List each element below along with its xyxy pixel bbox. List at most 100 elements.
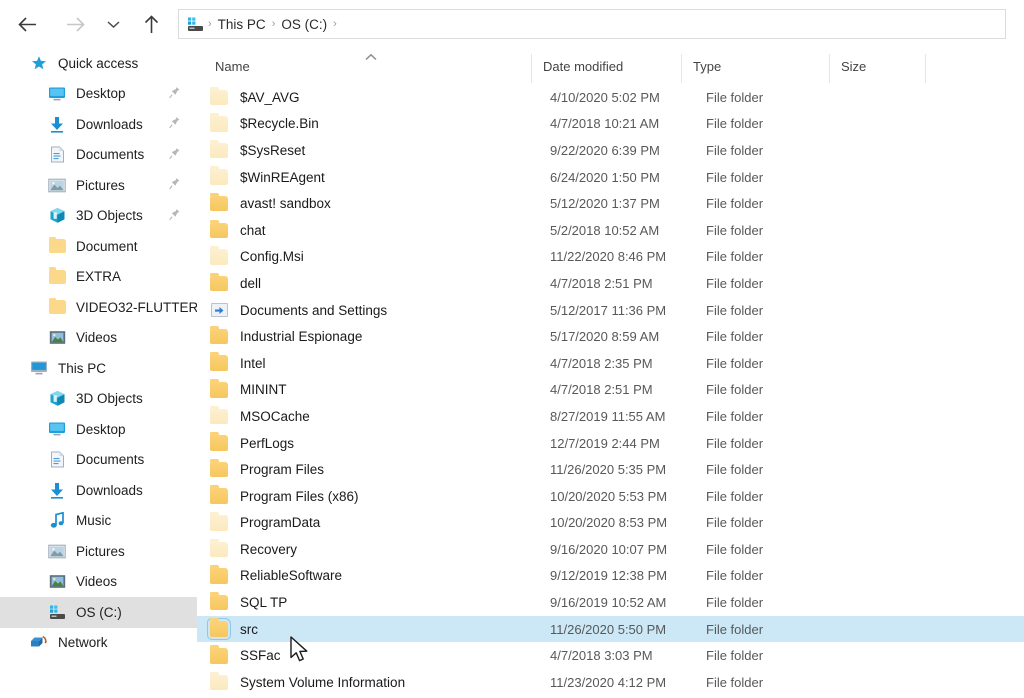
date-modified-cell: 5/12/2017 11:36 PM [550,302,667,318]
pin-icon[interactable] [169,208,180,223]
up-button[interactable] [134,7,168,41]
table-row[interactable]: PerfLogs 12/7/2019 2:44 PM File folder [197,430,1024,457]
pictures-icon [47,541,67,561]
type-cell: File folder [706,674,764,690]
column-header-type[interactable]: Type [682,48,830,84]
file-name-cell: SSFac [240,648,281,664]
sidebar-item-this-pc-3d-objects[interactable]: 3D Objects [0,384,197,415]
table-row[interactable]: avast! sandbox 5/12/2020 1:37 PM File fold… [197,190,1024,217]
sidebar-item-desktop[interactable]: Desktop [0,79,197,110]
date-modified-cell: 11/26/2020 5:50 PM [550,621,667,637]
table-row[interactable]: System Volume Information 11/23/2020 4:12… [197,669,1024,696]
type-cell: File folder [706,568,764,584]
file-name-cell: MSOCache [240,408,310,424]
folder-icon [210,485,228,505]
sidebar-item-document[interactable]: Document [0,231,197,262]
sidebar-label: This PC [58,360,107,376]
arrow-right-icon [66,16,85,32]
sidebar-item-this-pc-desktop[interactable]: Desktop [0,414,197,445]
thispc-icon [29,358,49,378]
back-button[interactable] [10,7,44,41]
table-row[interactable]: $SysReset 9/22/2020 6:39 PM File folder [197,137,1024,164]
column-header-size[interactable]: Size [830,48,926,84]
sidebar-item-quick-access[interactable]: Quick access [0,48,197,79]
table-row[interactable]: src 11/26/2020 5:50 PM File folder [197,615,1024,643]
sidebar-item-this-pc-documents[interactable]: Documents [0,445,197,476]
table-row[interactable]: ReliableSoftware 9/12/2019 12:38 PM File f… [197,563,1024,590]
sidebar-item-video32-flutter[interactable]: VIDEO32-FLUTTER U [0,292,197,323]
column-header-type-label: Type [693,58,722,74]
folder-icon [210,352,228,372]
table-row[interactable]: Program Files 11/26/2020 5:35 PM File fold… [197,456,1024,483]
table-row[interactable]: chat 5/2/2018 10:52 AM File folder [197,217,1024,244]
table-row[interactable]: Industrial Espionage 5/17/2020 8:59 AM Fil… [197,323,1024,350]
sidebar-item-documents[interactable]: Documents [0,140,197,171]
desktop-icon [47,419,67,439]
pin-icon[interactable] [169,117,180,132]
sidebar-item-downloads[interactable]: Downloads [0,109,197,140]
table-row[interactable]: ProgramData 10/20/2020 8:53 PM File folder [197,510,1024,537]
file-name-cell: Documents and Settings [240,302,388,318]
file-name-cell: Intel [240,355,266,371]
downloads-icon [47,114,67,134]
sidebar-item-3d-objects[interactable]: 3D Objects [0,201,197,232]
sidebar-item-this-pc-videos[interactable]: Videos [0,567,197,598]
videos-icon [47,572,67,592]
music-icon [47,511,67,531]
sidebar-item-this-pc-music[interactable]: Music [0,506,197,537]
sidebar-item-this-pc-pictures[interactable]: Pictures [0,536,197,567]
table-row[interactable]: dell 4/7/2018 2:51 PM File folder [197,270,1024,297]
column-header-name[interactable]: Name [197,48,532,84]
type-cell: File folder [706,222,764,238]
documents-icon [47,450,67,470]
table-row[interactable]: Intel 4/7/2018 2:35 PM File folder [197,350,1024,377]
table-row[interactable]: SSFac 4/7/2018 3:03 PM File folder [197,642,1024,669]
table-row[interactable]: SQL TP 9/16/2019 10:52 AM File folder [197,589,1024,616]
junction-icon [210,301,228,319]
file-name-cell: avast! sandbox [240,196,331,212]
sidebar-item-extra[interactable]: EXTRA [0,262,197,293]
folder-icon [47,297,67,317]
file-name-cell: ReliableSoftware [240,568,343,584]
table-row[interactable]: MININT 4/7/2018 2:51 PM File folder [197,377,1024,404]
table-row[interactable]: $WinREAgent 6/24/2020 1:50 PM File folder [197,164,1024,191]
pin-icon[interactable] [169,178,180,193]
table-row[interactable]: Recovery 9/16/2020 10:07 PM File folder [197,536,1024,563]
folder-icon [210,219,228,239]
folder-icon [210,645,228,665]
sidebar-label: Videos [76,574,118,590]
sidebar-item-os-c[interactable]: OS (C:) [0,597,197,628]
breadcrumb-this-pc[interactable]: This PC [213,17,271,32]
recent-locations-button[interactable] [100,7,126,41]
type-cell: File folder [706,595,764,611]
table-row[interactable]: MSOCache 8/27/2019 11:55 AM File folder [197,403,1024,430]
sidebar-item-videos[interactable]: Videos [0,323,197,354]
table-row[interactable]: Documents and Settings 5/12/2017 11:36 PM… [197,297,1024,324]
table-row[interactable]: $AV_AVG 4/10/2020 5:02 PM File folder [197,84,1024,111]
table-row[interactable]: Config.Msi 11/22/2020 8:46 PM File folder [197,244,1024,271]
sidebar-item-pictures[interactable]: Pictures [0,170,197,201]
pin-icon[interactable] [169,86,180,101]
sidebar-item-this-pc[interactable]: This PC [0,353,197,384]
folder-icon [207,618,231,640]
sidebar-item-this-pc-downloads[interactable]: Downloads [0,475,197,506]
file-name-cell: src [240,621,258,637]
column-header-row: Name Date modified Type Size [197,48,1024,84]
type-cell: File folder [706,435,764,451]
table-row[interactable]: Program Files (x86) 10/20/2020 5:53 PM Fil… [197,483,1024,510]
sidebar-item-network[interactable]: Network [0,628,197,659]
file-name-cell: $AV_AVG [240,89,300,105]
file-name-cell: System Volume Information [240,674,406,690]
table-row[interactable]: $Recycle.Bin 4/7/2018 10:21 AM File folder [197,111,1024,138]
date-modified-cell: 5/2/2018 10:52 AM [550,222,660,238]
breadcrumb-os-c[interactable]: OS (C:) [276,17,332,32]
address-bar[interactable]: › This PC › OS (C:) › [178,9,1006,39]
date-modified-cell: 8/27/2019 11:55 AM [550,408,666,424]
file-name-cell: Config.Msi [240,249,304,265]
type-cell: File folder [706,382,764,398]
breadcrumb-separator[interactable]: › [332,18,338,30]
column-header-date-modified[interactable]: Date modified [532,48,682,84]
pin-icon[interactable] [169,147,180,162]
forward-button[interactable] [58,7,92,41]
sidebar-label: Desktop [76,421,126,437]
